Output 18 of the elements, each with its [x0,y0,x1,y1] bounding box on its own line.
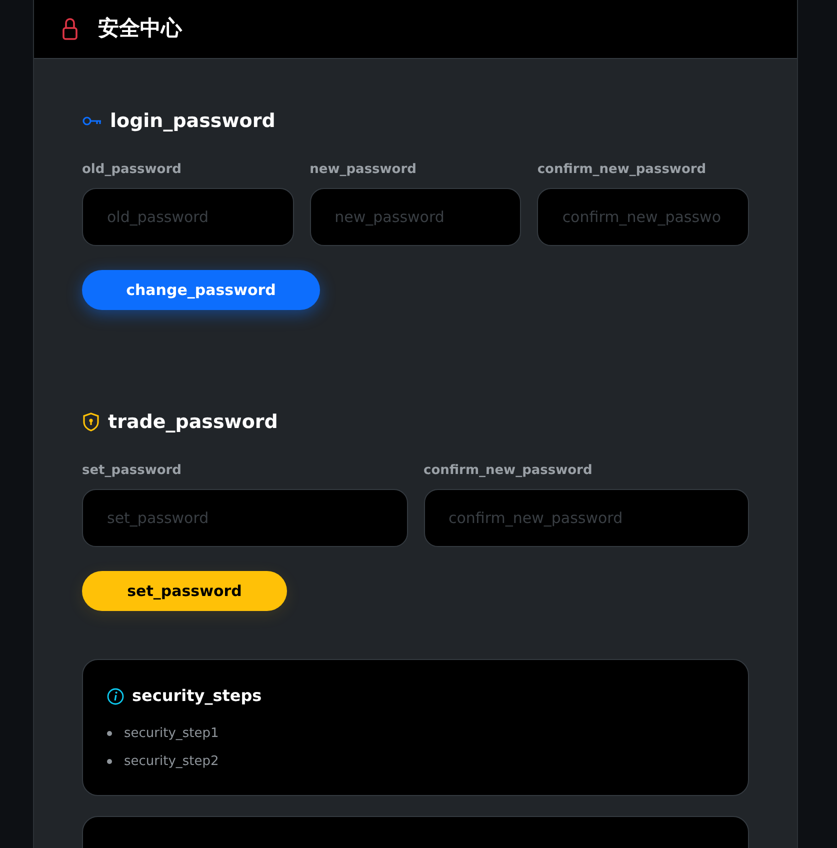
field-label: new_password [310,160,418,178]
card-title: security_steps [132,685,262,707]
page-title: 安全中心 [98,15,182,42]
password-field[interactable]: confirm_new_passwo [537,188,749,246]
field-label: old_password [82,160,182,178]
section-title: trade_password [108,410,278,435]
field-label: confirm_new_password [424,462,594,480]
section-title: login_password [110,109,276,134]
field-label: set_password [82,462,182,480]
set-password-button[interactable]: set_password [82,571,287,611]
password-field[interactable]: new_password [310,188,522,246]
field-label: confirm_new_password [537,160,708,178]
password-field[interactable]: set_password [82,489,408,547]
list-item: security_step2 [124,752,219,770]
password-field[interactable]: confirm_new_password [424,489,749,547]
change-password-button[interactable]: change_password [82,270,320,310]
password-field[interactable]: old_password [82,188,294,246]
list-item: security_step1 [124,725,219,743]
